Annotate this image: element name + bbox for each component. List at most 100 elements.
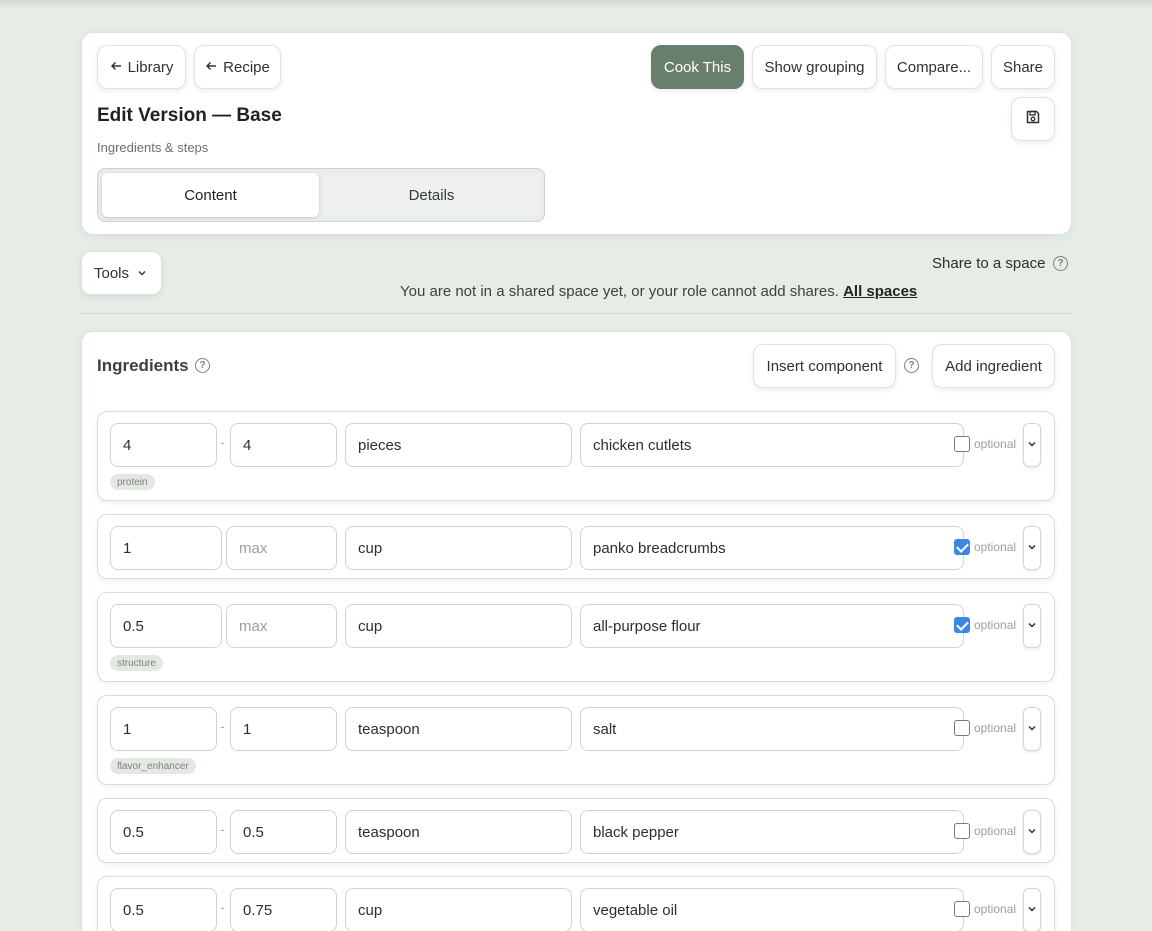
optional-label: optional bbox=[974, 902, 1017, 916]
optional-checkbox[interactable] bbox=[954, 539, 970, 555]
chevron-down-icon bbox=[1027, 823, 1037, 841]
share-space-message-wrap: You are not in a shared space yet, or yo… bbox=[400, 283, 917, 300]
page-title: Edit Version — Base bbox=[97, 105, 282, 126]
range-separator: - bbox=[220, 821, 225, 837]
help-icon[interactable]: ? bbox=[1053, 256, 1068, 271]
quantity-min-input[interactable]: 1 bbox=[110, 707, 217, 751]
chevron-down-icon bbox=[1027, 720, 1037, 738]
optional-checkbox[interactable] bbox=[954, 901, 970, 917]
ingredient-tag: structure bbox=[110, 655, 163, 671]
all-spaces-link[interactable]: All spaces bbox=[843, 283, 917, 300]
tab-details-label: Details bbox=[408, 186, 455, 204]
ingredient-name-input[interactable]: black pepper bbox=[580, 810, 964, 854]
ingredient-name-input[interactable]: all-purpose flour bbox=[580, 604, 964, 648]
range-separator: - bbox=[220, 718, 225, 734]
tools-dropdown[interactable]: Tools bbox=[81, 251, 162, 295]
unit-input[interactable]: cup bbox=[345, 604, 572, 648]
ingredient-tag: protein bbox=[110, 474, 155, 490]
optional-label: optional bbox=[974, 540, 1017, 554]
share-label: Share bbox=[1002, 58, 1044, 76]
quantity-min-input[interactable]: 4 bbox=[110, 423, 217, 467]
optional-checkbox[interactable] bbox=[954, 436, 970, 452]
back-library-label: Library bbox=[127, 58, 174, 76]
insert-help-icon[interactable]: ? bbox=[904, 358, 919, 373]
insert-component-button[interactable]: Insert component bbox=[753, 344, 896, 388]
arrow-left-icon bbox=[110, 59, 122, 76]
row-expand-button[interactable] bbox=[1023, 526, 1041, 570]
show-grouping-label: Show grouping bbox=[764, 58, 865, 76]
unit-input[interactable]: cup bbox=[345, 526, 572, 570]
quantity-max-input[interactable]: max bbox=[226, 604, 337, 648]
row-expand-button[interactable] bbox=[1023, 423, 1041, 467]
divider bbox=[81, 313, 1072, 314]
cook-this-button[interactable]: Cook This bbox=[651, 45, 744, 89]
top-edge bbox=[0, 0, 1152, 10]
quantity-max-input[interactable]: 1 bbox=[230, 707, 337, 751]
ingredient-name-input[interactable]: chicken cutlets bbox=[580, 423, 964, 467]
chevron-down-icon bbox=[137, 265, 147, 282]
ingredients-heading: Ingredients bbox=[97, 356, 189, 375]
tab-switcher: Content Details bbox=[97, 168, 545, 222]
quantity-min-input[interactable]: 0.5 bbox=[110, 810, 217, 854]
ingredient-name-input[interactable]: panko breadcrumbs bbox=[580, 526, 964, 570]
optional-checkbox[interactable] bbox=[954, 617, 970, 633]
chevron-down-icon bbox=[1027, 539, 1037, 557]
optional-checkbox[interactable] bbox=[954, 823, 970, 839]
unit-input[interactable]: teaspoon bbox=[345, 707, 572, 751]
back-recipe-button[interactable]: Recipe bbox=[194, 45, 281, 89]
chevron-down-icon bbox=[1027, 901, 1037, 919]
chevron-down-icon bbox=[1027, 617, 1037, 635]
optional-checkbox[interactable] bbox=[954, 720, 970, 736]
tab-details[interactable]: Details bbox=[323, 173, 540, 217]
quantity-max-input[interactable]: max bbox=[226, 526, 337, 570]
add-ingredient-label: Add ingredient bbox=[945, 357, 1042, 375]
cook-this-label: Cook This bbox=[663, 58, 732, 76]
back-library-button[interactable]: Library bbox=[97, 45, 186, 89]
row-expand-button[interactable] bbox=[1023, 810, 1041, 854]
ingredient-row: 0.5 max cup all-purpose flour optional struct… bbox=[97, 592, 1055, 682]
share-space-heading: Share to a space bbox=[932, 255, 1046, 272]
ingredient-row: 4-4 pieces chicken cutlets optional protein bbox=[97, 411, 1055, 501]
quantity-max-input[interactable]: 0.5 bbox=[230, 810, 337, 854]
optional-label: optional bbox=[974, 437, 1017, 451]
unit-input[interactable]: pieces bbox=[345, 423, 572, 467]
show-grouping-button[interactable]: Show grouping bbox=[752, 45, 877, 89]
ingredient-name-input[interactable]: salt bbox=[580, 707, 964, 751]
tab-content-label: Content bbox=[184, 186, 237, 204]
ingredient-row: 1 max cup panko breadcrumbs optional bbox=[97, 514, 1055, 579]
tools-label: Tools bbox=[94, 264, 130, 282]
arrow-left-icon bbox=[205, 59, 217, 76]
optional-label: optional bbox=[974, 721, 1017, 735]
add-ingredient-button[interactable]: Add ingredient bbox=[932, 344, 1055, 388]
quantity-max-input[interactable]: 4 bbox=[230, 423, 337, 467]
share-button[interactable]: Share bbox=[991, 45, 1055, 89]
share-space-message: You are not in a shared space yet, or yo… bbox=[400, 283, 839, 300]
range-separator: - bbox=[220, 434, 225, 450]
save-button[interactable] bbox=[1011, 97, 1055, 141]
row-expand-button[interactable] bbox=[1023, 707, 1041, 751]
ingredient-row: 1-1 teaspoon salt optional flavor_enhancer bbox=[97, 695, 1055, 785]
ingredient-row: 0.5-0.75 cup vegetable oil optional bbox=[97, 876, 1055, 931]
compare-label: Compare... bbox=[896, 58, 972, 76]
unit-input[interactable]: cup bbox=[345, 888, 572, 931]
chevron-down-icon bbox=[1027, 436, 1037, 454]
row-expand-button[interactable] bbox=[1023, 888, 1041, 931]
row-expand-button[interactable] bbox=[1023, 604, 1041, 648]
ingredient-name-input[interactable]: vegetable oil bbox=[580, 888, 964, 931]
compare-button[interactable]: Compare... bbox=[885, 45, 983, 89]
optional-label: optional bbox=[974, 824, 1017, 838]
insert-component-label: Insert component bbox=[766, 357, 883, 375]
optional-label: optional bbox=[974, 618, 1017, 632]
ingredient-row: 0.5-0.5 teaspoon black pepper optional bbox=[97, 798, 1055, 863]
quantity-min-input[interactable]: 0.5 bbox=[110, 888, 217, 931]
tab-content[interactable]: Content bbox=[102, 173, 319, 217]
ingredient-tag: flavor_enhancer bbox=[110, 758, 196, 774]
page-subtitle: Ingredients & steps bbox=[97, 140, 209, 155]
quantity-min-input[interactable]: 0.5 bbox=[110, 604, 222, 648]
back-recipe-label: Recipe bbox=[223, 58, 270, 76]
quantity-max-input[interactable]: 0.75 bbox=[230, 888, 337, 931]
quantity-min-input[interactable]: 1 bbox=[110, 526, 222, 570]
ingredients-help-icon[interactable]: ? bbox=[195, 358, 210, 373]
save-icon bbox=[1025, 109, 1041, 129]
unit-input[interactable]: teaspoon bbox=[345, 810, 572, 854]
